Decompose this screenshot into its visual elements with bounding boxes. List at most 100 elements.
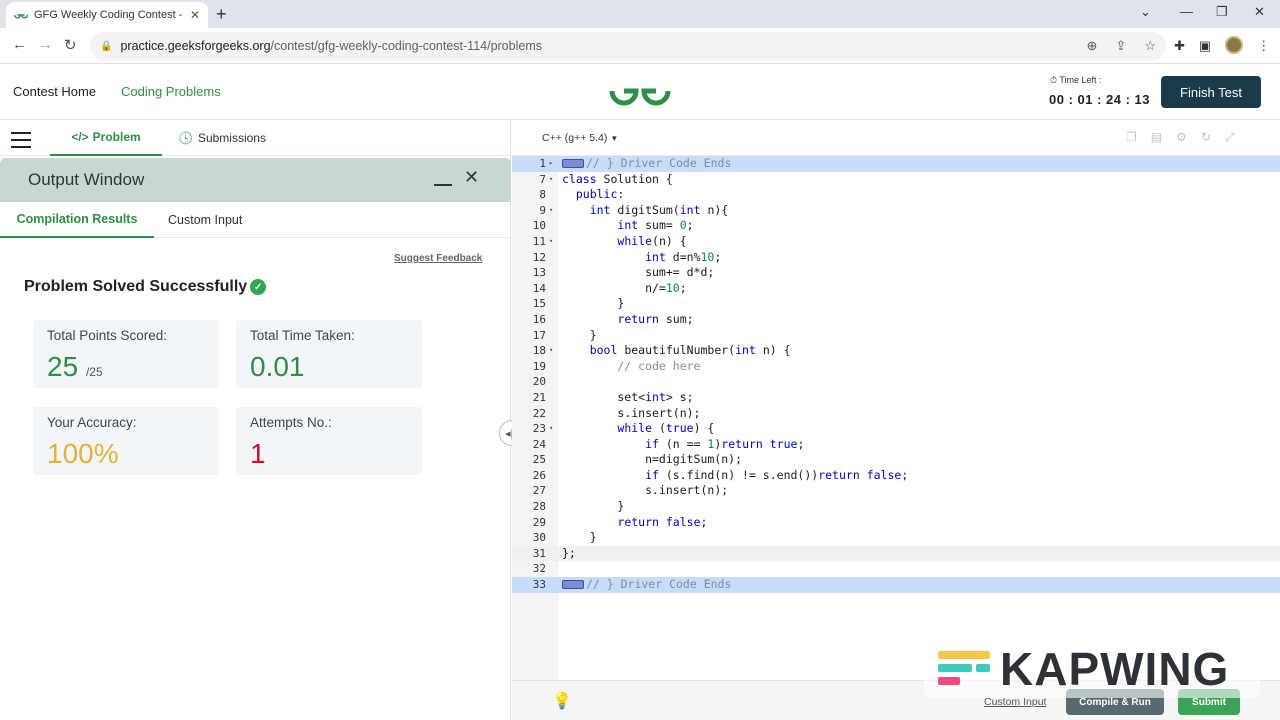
stat-attempts: Attempts No.: 1 — [236, 407, 422, 475]
fold-arrow-icon[interactable]: ▸ — [549, 156, 553, 172]
settings-gear-icon[interactable]: ⚙ — [1176, 130, 1187, 145]
accuracy-label: Your Accuracy: — [47, 415, 137, 430]
code-line[interactable]: 27 s.insert(n); — [512, 483, 1280, 499]
code-line[interactable]: 19 // code here — [512, 359, 1280, 375]
code-line[interactable]: 12 int d=n%10; — [512, 250, 1280, 266]
fold-arrow-icon[interactable]: ▾ — [549, 421, 553, 437]
code-text: s.insert(n); — [562, 483, 729, 498]
browser-menu-icon[interactable]: ⋮ — [1257, 38, 1270, 54]
kapwing-logo-icon — [938, 651, 990, 685]
line-number: 13 — [532, 266, 546, 280]
code-line[interactable]: 29 return false; — [512, 515, 1280, 531]
code-line[interactable]: 13 sum+= d*d; — [512, 265, 1280, 281]
restore-window-icon[interactable]: ❐ — [1216, 4, 1228, 20]
code-text: public: — [575, 187, 625, 202]
reload-icon[interactable]: ↻ — [64, 36, 77, 54]
code-line[interactable]: 32 — [512, 561, 1280, 577]
reset-icon[interactable]: ↻ — [1201, 130, 1211, 145]
code-line[interactable]: 14 n/=10; — [512, 281, 1280, 297]
code-line[interactable]: 9 ▾ int digitSum(int n){ — [512, 203, 1280, 219]
code-area[interactable]: 1 ▸// } Driver Code Ends 7 ▾ class Solution … — [512, 156, 1280, 593]
minimize-window-icon[interactable]: — — [1180, 4, 1193, 19]
code-text: s.insert(n); — [562, 405, 701, 420]
status-message: Problem Solved Successfully ✓ — [24, 278, 267, 296]
code-line[interactable]: 18 ▾ bool beautifulNumber(int n) { — [512, 343, 1280, 359]
code-line[interactable]: 28 } — [512, 499, 1280, 515]
side-panel-icon[interactable]: ▣ — [1199, 38, 1211, 54]
code-text: } — [562, 499, 625, 514]
line-number: 8 — [539, 188, 546, 202]
close-window-icon[interactable]: ✕ — [1254, 4, 1265, 20]
tab-problem[interactable]: </> Problem — [50, 120, 162, 156]
code-line[interactable]: 30 } — [512, 530, 1280, 546]
code-line[interactable]: 16 return sum; — [512, 312, 1280, 328]
code-line[interactable]: 10 int sum= 0; — [512, 218, 1280, 234]
back-icon[interactable]: ← — [12, 36, 27, 53]
close-tab-icon[interactable]: ✕ — [190, 8, 200, 22]
code-line[interactable]: 8 public: — [512, 187, 1280, 203]
contest-home-link[interactable]: Contest Home — [13, 84, 96, 99]
browser-tab-strip: GFG Weekly Coding Contest - 11 ✕ + ⌄ — ❐… — [0, 0, 1280, 28]
code-comment: // } Driver Code Ends — [586, 156, 732, 170]
points-total: /25 — [85, 365, 103, 379]
coding-problems-link[interactable]: Coding Problems — [121, 84, 221, 99]
code-line[interactable]: 22 s.insert(n); — [512, 406, 1280, 422]
close-icon[interactable]: ✕ — [464, 167, 479, 188]
address-bar[interactable]: 🔒 practice.geeksforgeeks.org/contest/gfg… — [90, 32, 1166, 60]
hamburger-menu-icon[interactable] — [11, 132, 31, 153]
folded-code-marker-icon[interactable] — [562, 580, 584, 590]
code-line[interactable]: 11 ▾ while(n) { — [512, 234, 1280, 250]
code-line[interactable]: 23 ▾ while (true) { — [512, 421, 1280, 437]
line-number: 29 — [532, 515, 546, 529]
fold-arrow-icon[interactable]: ▾ — [549, 234, 553, 250]
code-line[interactable]: 1 ▸ // } Driver Code Ends — [512, 156, 1280, 172]
code-line[interactable]: 15 } — [512, 296, 1280, 312]
code-line[interactable]: 26 if (s.find(n) != s.end())return false… — [512, 468, 1280, 484]
fullscreen-icon[interactable]: ⤢ — [1225, 130, 1235, 145]
browser-tab[interactable]: GFG Weekly Coding Contest - 11 ✕ — [6, 2, 208, 28]
tab-submissions[interactable]: 🕓 Submissions — [178, 131, 266, 145]
lightbulb-icon[interactable]: 💡 — [552, 691, 572, 711]
code-line[interactable]: 17 } — [512, 328, 1280, 344]
language-select[interactable]: C++ (g++ 5.4) ▼ — [534, 126, 626, 150]
share-icon[interactable]: ⇪ — [1115, 38, 1126, 54]
gfg-logo-icon[interactable] — [608, 74, 672, 108]
code-text: // } Driver Code Ends — [562, 577, 731, 593]
editor-toolbar: C++ (g++ 5.4) ▼ ❐ ▤ ⚙ ↻ ⤢ — [512, 120, 1280, 156]
code-line[interactable]: 21 set<int> s; — [512, 390, 1280, 406]
code-line[interactable]: 7 ▾ class Solution { — [512, 172, 1280, 188]
new-tab-icon[interactable]: + — [216, 4, 227, 24]
extensions-icon[interactable]: ✚ — [1174, 38, 1185, 54]
code-line[interactable]: 33 // } Driver Code Ends — [512, 577, 1280, 593]
stat-time: Total Time Taken: 0.01 — [236, 320, 422, 388]
fold-arrow-icon[interactable]: ▾ — [549, 203, 553, 219]
code-line[interactable]: 25 n=digitSum(n); — [512, 452, 1280, 468]
bookmark-star-icon[interactable]: ☆ — [1144, 38, 1156, 54]
forward-icon[interactable]: → — [38, 36, 53, 53]
tab-search-icon[interactable]: ⌄ — [1140, 4, 1151, 20]
code-line[interactable]: 31}; — [512, 545, 1280, 562]
code-text: } — [562, 530, 597, 545]
fold-arrow-icon[interactable]: ▾ — [549, 172, 553, 188]
attempts-value: 1 — [250, 438, 266, 469]
zoom-icon[interactable]: ⊕ — [1087, 38, 1098, 54]
check-circle-icon: ✓ — [250, 279, 267, 295]
tab-custom-input[interactable]: Custom Input — [168, 213, 242, 227]
profile-avatar[interactable] — [1225, 36, 1244, 54]
fold-arrow-icon[interactable]: ▾ — [549, 343, 553, 359]
time-left-value: 00 : 01 : 24 : 13 — [1049, 92, 1150, 107]
file-icon[interactable]: ▤ — [1151, 130, 1162, 145]
minimize-icon[interactable] — [434, 184, 452, 186]
code-icon: </> — [71, 130, 89, 144]
code-line[interactable]: 24 if (n == 1)return true; — [512, 437, 1280, 453]
code-text: sum+= d*d; — [562, 265, 715, 280]
time-left-label: ⏱ Time Left : — [1050, 75, 1102, 85]
copy-icon[interactable]: ❐ — [1126, 130, 1137, 145]
tab-compilation-results[interactable]: Compilation Results — [0, 202, 154, 238]
code-line[interactable]: 20 — [512, 374, 1280, 390]
suggest-feedback-link[interactable]: Suggest Feedback — [394, 253, 482, 264]
finish-test-button[interactable]: Finish Test — [1161, 76, 1261, 108]
code-text: set<int> s; — [562, 389, 694, 404]
line-number: 17 — [532, 328, 546, 342]
folded-code-marker-icon[interactable] — [562, 159, 584, 168]
